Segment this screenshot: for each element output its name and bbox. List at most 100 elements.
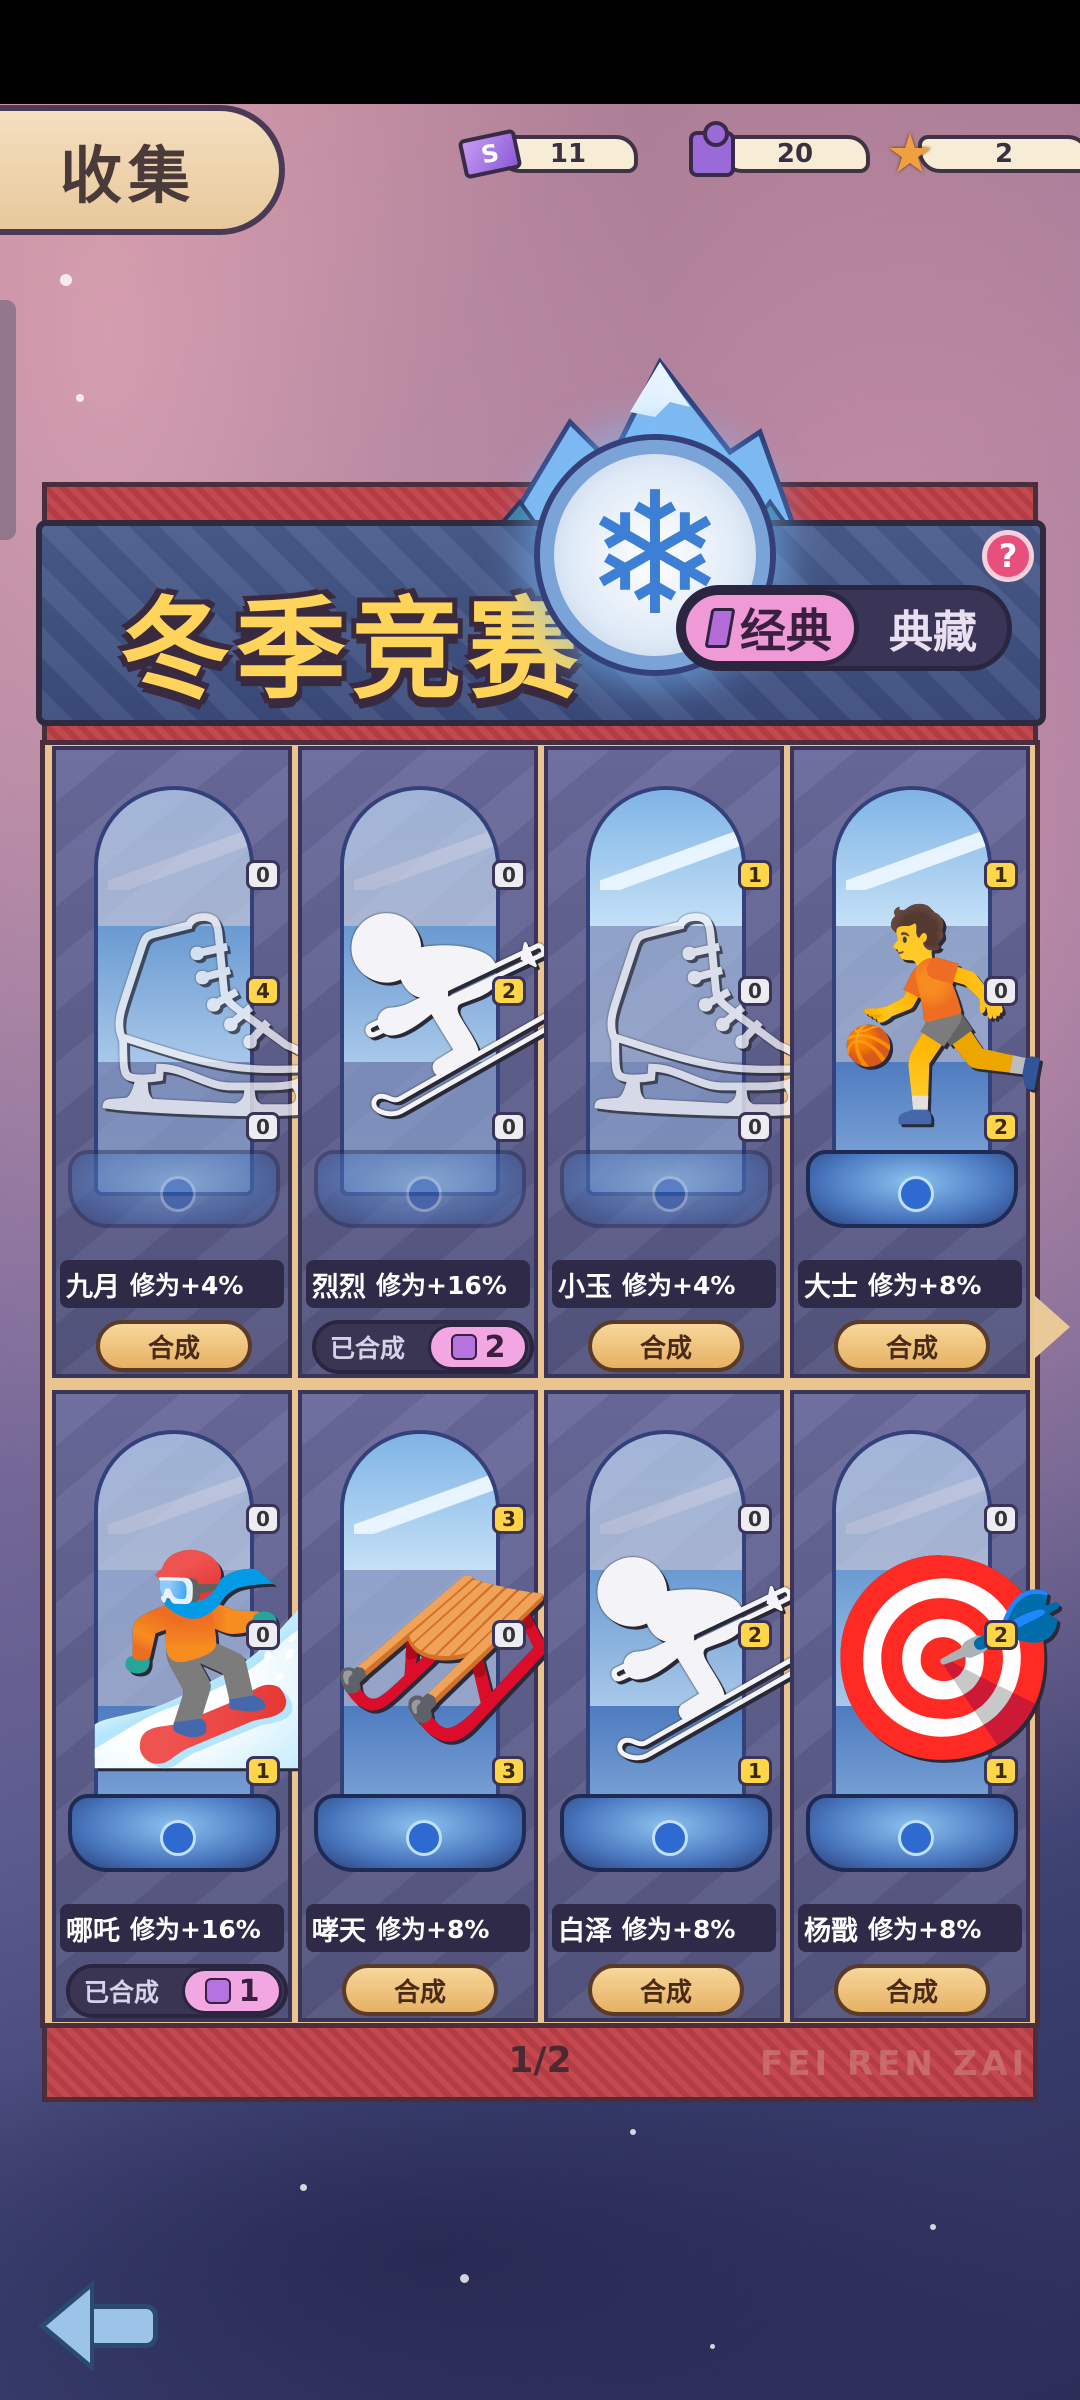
snowflake-gem-icon — [898, 1176, 934, 1212]
snowflake-gem-icon — [406, 1820, 442, 1856]
character-card[interactable]: ⛷ 0 2 1 白泽 修为+8% 合成 — [544, 1390, 826, 2022]
speed-skater-figure-icon: ⛸ — [80, 898, 334, 1131]
snowflake-gem-icon — [160, 1176, 196, 1212]
snowflake-gem-icon — [160, 1820, 196, 1856]
composed-label: 已合成 — [330, 1334, 406, 1363]
star-dot — [630, 2129, 636, 2135]
piece-count-badge: 4 — [246, 976, 280, 1006]
ticket-counter[interactable]: S 11 — [457, 128, 638, 180]
character-card[interactable]: ⛸ 0 4 0 九月 修为+4% 合成 — [52, 746, 334, 1378]
skeleton-sled-figure-icon: 🛷 — [326, 1542, 576, 1775]
pedestal — [68, 1150, 280, 1228]
composed-status: 已合成 1 — [66, 1964, 288, 2018]
fragment-reward[interactable]: 2 — [428, 1324, 528, 1370]
cultivation-bonus: 修为+4% — [130, 1271, 244, 1300]
pedestal — [806, 1794, 1018, 1872]
collect-tab[interactable]: 收集 — [0, 105, 285, 235]
character-info: 白泽 修为+8% — [552, 1904, 776, 1952]
snowflake-gem-icon — [652, 1176, 688, 1212]
piece-count-badge: 0 — [492, 1620, 526, 1650]
character-name: 白泽 — [558, 1915, 612, 1947]
piece-count-badge: 1 — [984, 1756, 1018, 1786]
side-drawer-handle[interactable] — [0, 300, 16, 540]
snowboarder-figure-icon: 🏂 — [80, 1542, 330, 1775]
toggle-classic-label: 经典 — [740, 604, 832, 658]
cultivation-bonus: 修为+16% — [130, 1915, 261, 1944]
character-name: 大士 — [804, 1271, 858, 1303]
puzzle-piece-icon — [204, 1978, 231, 2004]
star-count: 2 — [918, 135, 1080, 173]
pedestal — [314, 1150, 526, 1228]
piece-count-badge: 1 — [738, 860, 772, 890]
piece-count-badge: 0 — [246, 1620, 280, 1650]
piece-count-badge: 2 — [984, 1112, 1018, 1142]
cultivation-bonus: 修为+8% — [868, 1915, 982, 1944]
character-name: 九月 — [66, 1271, 120, 1303]
back-arrow-icon[interactable] — [38, 2280, 158, 2372]
status-bar — [0, 0, 1080, 104]
curler-figure-icon: ⛹ — [818, 898, 1068, 1131]
character-card[interactable]: 🛷 3 0 3 哮天 修为+8% 合成 — [298, 1390, 576, 2022]
compose-button[interactable]: 合成 — [342, 1964, 498, 2016]
piece-count-badge: 0 — [738, 976, 772, 1006]
cultivation-bonus: 修为+8% — [376, 1915, 490, 1944]
piece-count-badge: 0 — [984, 1504, 1018, 1534]
character-card[interactable]: ⛷ 0 2 0 烈烈 修为+16% 已合成 2 — [298, 746, 580, 1378]
star-dot — [460, 2274, 469, 2283]
character-card[interactable]: 🎯 0 2 1 杨戬 修为+8% 合成 — [790, 1390, 1067, 2022]
piece-count-badge: 0 — [738, 1112, 772, 1142]
character-name: 小玉 — [558, 1271, 612, 1303]
piece-count-badge: 0 — [246, 860, 280, 890]
fragment-count: 1 — [238, 1973, 260, 2009]
piece-count-badge: 3 — [492, 1756, 526, 1786]
pedestal — [68, 1794, 280, 1872]
puzzle-counter[interactable]: 20 — [682, 121, 870, 177]
composed-label: 已合成 — [84, 1978, 160, 2007]
toggle-collection[interactable]: 典藏 — [859, 596, 1007, 660]
character-info: 小玉 修为+4% — [552, 1260, 776, 1308]
piece-count-badge: 1 — [738, 1756, 772, 1786]
piece-count-badge: 1 — [246, 1756, 280, 1786]
next-page-arrow-icon[interactable] — [1034, 1295, 1070, 1359]
pedestal — [560, 1150, 772, 1228]
character-card[interactable]: 🏂 0 0 1 哪吒 修为+16% 已合成 1 — [52, 1390, 330, 2022]
piece-count-badge: 2 — [492, 976, 526, 1006]
piece-count-badge: 0 — [492, 1112, 526, 1142]
compose-button[interactable]: 合成 — [588, 1964, 744, 2016]
pedestal — [806, 1150, 1018, 1228]
puzzle-piece-icon — [450, 1334, 477, 1360]
star-dot — [300, 2184, 307, 2191]
cultivation-bonus: 修为+8% — [868, 1271, 982, 1300]
compose-button[interactable]: 合成 — [834, 1320, 990, 1372]
figure-skater-figure-icon: ⛸ — [572, 898, 826, 1131]
star-counter[interactable]: ★ 2 — [880, 127, 1080, 181]
snowflake-gem-icon — [406, 1176, 442, 1212]
fragment-reward[interactable]: 1 — [182, 1968, 282, 2014]
piece-count-badge: 0 — [492, 860, 526, 890]
compose-button[interactable]: 合成 — [588, 1320, 744, 1372]
piece-count-badge: 0 — [984, 976, 1018, 1006]
character-info: 杨戬 修为+8% — [798, 1904, 1022, 1952]
star-dot — [76, 394, 84, 402]
piece-count-badge: 3 — [492, 1504, 526, 1534]
compose-button[interactable]: 合成 — [834, 1964, 990, 2016]
compose-button[interactable]: 合成 — [96, 1320, 252, 1372]
character-card[interactable]: ⛸ 1 0 0 小玉 修为+4% 合成 — [544, 746, 826, 1378]
purple-ticket-icon: S — [457, 124, 523, 184]
cross-country-skier-figure-icon: ⛷ — [572, 1542, 826, 1775]
piece-count-badge: 2 — [984, 1620, 1018, 1650]
pedestal — [314, 1794, 526, 1872]
character-card[interactable]: ⛹ 1 0 2 大士 修为+8% 合成 — [790, 746, 1068, 1378]
character-info: 大士 修为+8% — [798, 1260, 1022, 1308]
help-icon[interactable]: ? — [982, 530, 1034, 582]
skier-figure-icon: ⛷ — [326, 898, 580, 1131]
toggle-classic[interactable]: 经典 — [681, 590, 859, 666]
purple-puzzle-icon — [682, 121, 742, 184]
star-dot — [710, 2344, 715, 2349]
star-dot — [60, 274, 72, 286]
collection-mode-toggle[interactable]: 经典 典藏 — [676, 585, 1012, 671]
piece-count-badge: 0 — [738, 1504, 772, 1534]
piece-count-badge: 0 — [246, 1112, 280, 1142]
star-dot — [930, 2224, 936, 2230]
cultivation-bonus: 修为+4% — [622, 1271, 736, 1300]
